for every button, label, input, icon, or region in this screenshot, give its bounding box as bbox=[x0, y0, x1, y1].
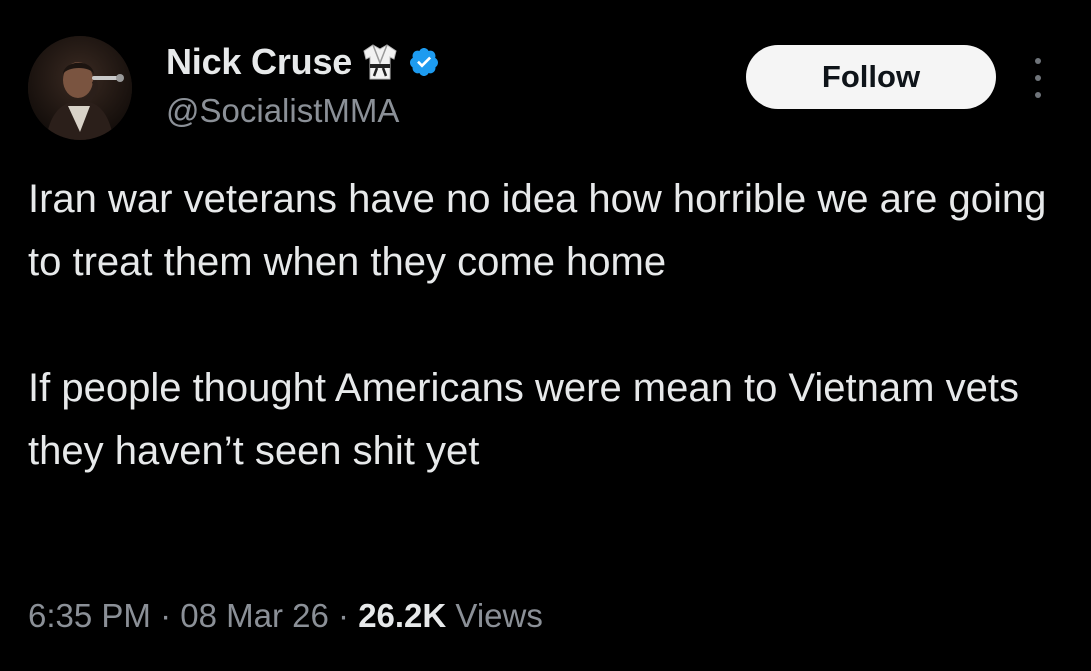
user-handle[interactable]: @SocialistMMA bbox=[166, 92, 399, 130]
views-count: 26.2K bbox=[358, 597, 447, 634]
views-label: Views bbox=[455, 597, 543, 634]
tweet-paragraph: Iran war veterans have no idea how horri… bbox=[28, 177, 1047, 284]
name-row: Nick Cruse bbox=[166, 40, 440, 84]
avatar[interactable] bbox=[28, 36, 132, 140]
tweet-meta: 6:35 PM · 08 Mar 26 · 26.2K Views bbox=[28, 597, 543, 635]
verified-badge-icon bbox=[408, 46, 440, 78]
follow-button[interactable]: Follow bbox=[746, 45, 996, 109]
more-options-icon[interactable] bbox=[1024, 58, 1052, 98]
more-dot bbox=[1035, 75, 1041, 81]
more-dot bbox=[1035, 92, 1041, 98]
tweet-date[interactable]: 08 Mar 26 bbox=[180, 597, 329, 634]
tweet-paragraph: If people thought Americans were mean to… bbox=[28, 366, 1019, 473]
display-name[interactable]: Nick Cruse bbox=[166, 41, 352, 83]
more-dot bbox=[1035, 58, 1041, 64]
tweet-card: Nick Cruse @SocialistMMA Follow Iran war… bbox=[0, 0, 1091, 671]
tweet-body: Iran war veterans have no idea how horri… bbox=[28, 168, 1068, 483]
tweet-time[interactable]: 6:35 PM bbox=[28, 597, 151, 634]
meta-separator: · bbox=[338, 597, 359, 634]
avatar-photo bbox=[28, 36, 132, 140]
martial-arts-uniform-icon bbox=[360, 43, 400, 81]
meta-separator: · bbox=[160, 597, 181, 634]
